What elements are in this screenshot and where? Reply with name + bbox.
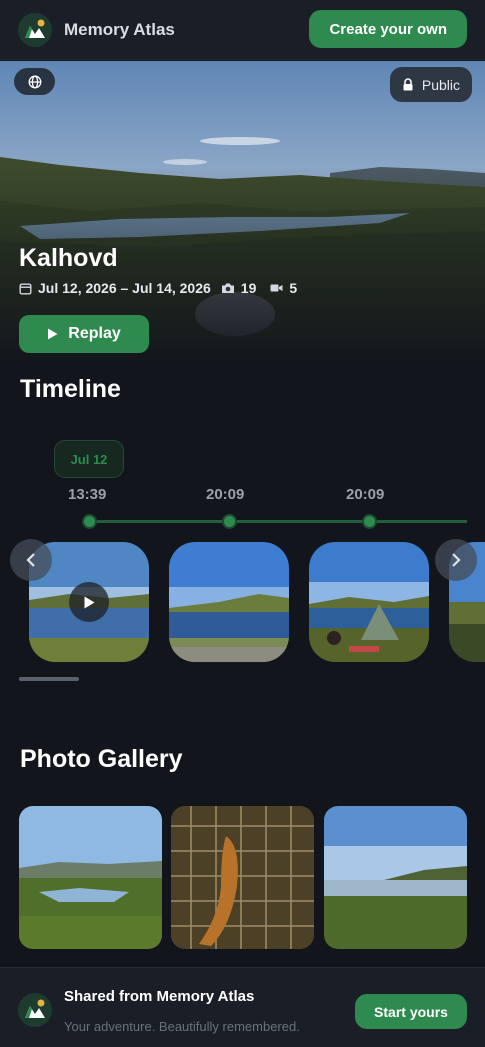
footer-title: Shared from Memory Atlas <box>64 988 255 1005</box>
lock-icon <box>403 78 413 91</box>
gallery-photo[interactable] <box>324 806 467 949</box>
timeline-media-photo[interactable] <box>309 542 429 662</box>
calendar-icon <box>19 282 32 295</box>
replay-label: Replay <box>68 325 121 342</box>
language-button[interactable] <box>14 68 55 95</box>
timeline-time-1: 13:39 <box>68 486 107 503</box>
chevron-left-icon <box>26 553 35 567</box>
gallery-heading: Photo Gallery <box>20 745 183 773</box>
play-icon <box>48 328 58 340</box>
gallery-photo[interactable] <box>171 806 314 949</box>
memory-atlas-logo[interactable] <box>18 12 52 47</box>
globe-icon <box>28 75 41 88</box>
trip-title: Kalhovd <box>19 244 118 272</box>
brand-name[interactable]: Memory Atlas <box>64 20 175 40</box>
camera-icon <box>221 282 235 294</box>
timeline-track <box>89 520 467 523</box>
top-bar: Memory Atlas Create your own <box>0 0 485 60</box>
video-count: 5 <box>289 280 298 296</box>
chevron-right-icon <box>452 553 461 567</box>
timeline-media-photo[interactable] <box>169 542 289 662</box>
create-your-own-button[interactable]: Create your own <box>309 10 467 48</box>
photo-count: 19 <box>240 280 257 296</box>
timeline-prev-button[interactable] <box>10 539 52 581</box>
timeline-dot[interactable] <box>82 514 97 529</box>
timeline-heading: Timeline <box>20 375 121 403</box>
start-yours-button[interactable]: Start yours <box>355 994 467 1029</box>
timeline-dot[interactable] <box>362 514 377 529</box>
memory-atlas-logo <box>18 993 52 1027</box>
video-play-button[interactable] <box>69 582 109 622</box>
visibility-badge[interactable]: Public <box>389 67 472 102</box>
trip-date-range: Jul 12, 2026 – Jul 14, 2026 <box>38 280 211 296</box>
trip-meta: Jul 12, 2026 – Jul 14, 2026 19 5 <box>19 280 297 296</box>
play-icon <box>84 596 95 608</box>
gallery-photo[interactable] <box>19 806 162 949</box>
footer-subtitle: Your adventure. Beautifully remembered. <box>64 1019 300 1034</box>
timeline-dot[interactable] <box>222 514 237 529</box>
timeline-time-3: 20:09 <box>346 486 385 503</box>
timeline-date-chip[interactable]: Jul 12 <box>54 440 124 478</box>
timeline-scrollbar[interactable] <box>19 677 79 681</box>
trip-hero: Public Kalhovd Jul 12, 2026 – Jul 14, 20… <box>0 61 485 361</box>
timeline-time-2: 20:09 <box>206 486 245 503</box>
visibility-label: Public <box>421 76 460 93</box>
share-footer: Shared from Memory Atlas Your adventure.… <box>0 967 485 1047</box>
video-icon <box>270 283 283 293</box>
replay-button[interactable]: Replay <box>19 315 149 353</box>
timeline-next-button[interactable] <box>435 539 477 581</box>
